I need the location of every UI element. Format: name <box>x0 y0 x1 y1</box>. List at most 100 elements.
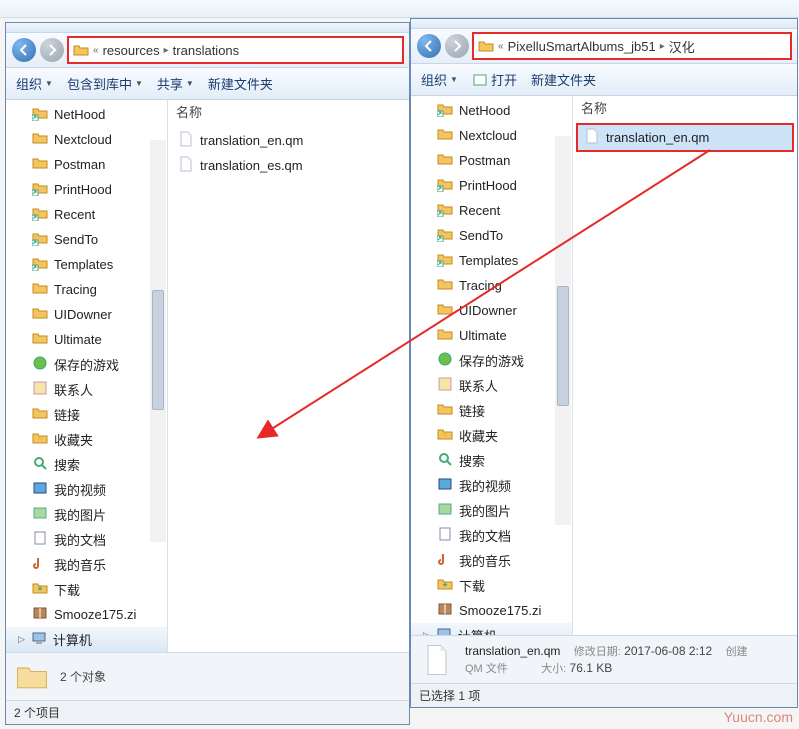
sidebar-item[interactable]: Smooze175.zi <box>6 602 167 627</box>
zip-icon <box>32 605 48 624</box>
sidebar-item[interactable]: 我的文档 <box>411 523 572 548</box>
sidebar-label: Templates <box>459 253 518 268</box>
sidebar-label: 收藏夹 <box>459 426 498 445</box>
address-bar[interactable]: « resources ▸ translations <box>68 37 403 63</box>
sidebar-computer[interactable]: ▷计算机 <box>411 623 572 635</box>
game-icon <box>437 351 453 370</box>
sidebar-label: Postman <box>54 157 105 172</box>
sidebar-item[interactable]: 我的图片 <box>6 502 167 527</box>
sidebar-item[interactable]: 搜索 <box>411 448 572 473</box>
new-folder-button[interactable]: 新建文件夹 <box>208 74 273 93</box>
share-button[interactable]: 共享▼ <box>157 74 194 93</box>
sidebar-item[interactable]: NetHood <box>6 102 167 127</box>
sidebar-item[interactable]: UIDowner <box>6 302 167 327</box>
sidebar-item[interactable]: Nextcloud <box>411 123 572 148</box>
sidebar-item[interactable]: 我的视频 <box>6 477 167 502</box>
file-row[interactable]: translation_es.qm <box>172 153 405 178</box>
sidebar-item[interactable]: Tracing <box>6 277 167 302</box>
file-type: QM 文件 <box>465 663 508 675</box>
sidebar-label: PrintHood <box>54 182 112 197</box>
address-bar[interactable]: « PixelluSmartAlbums_jb51 ▸ 汉化 <box>473 33 791 59</box>
sidebar-item[interactable]: UIDowner <box>411 298 572 323</box>
sidebar-item[interactable]: Templates <box>411 248 572 273</box>
sidebar-item[interactable]: Postman <box>411 148 572 173</box>
sidebar-label: Tracing <box>459 278 502 293</box>
column-header-name[interactable]: 名称 <box>168 100 409 126</box>
sidebar-item[interactable]: 联系人 <box>6 377 167 402</box>
sidebar-item[interactable]: 链接 <box>411 398 572 423</box>
sidebar-item[interactable]: NetHood <box>411 98 572 123</box>
sidebar-item[interactable]: 我的音乐 <box>411 548 572 573</box>
shortcut-icon <box>437 226 453 245</box>
sidebar-item[interactable]: SendTo <box>411 223 572 248</box>
scroll-thumb[interactable] <box>557 286 569 406</box>
scrollbar[interactable] <box>555 136 571 525</box>
breadcrumb-seg[interactable]: 汉化 <box>669 37 695 56</box>
file-row[interactable]: translation_en.qm <box>172 128 405 153</box>
sidebar-label: Templates <box>54 257 113 272</box>
organize-button[interactable]: 组织▼ <box>16 74 53 93</box>
new-folder-button[interactable]: 新建文件夹 <box>531 70 596 89</box>
sidebar-label: SendTo <box>459 228 503 243</box>
titlebar[interactable] <box>6 23 409 33</box>
sidebar-label: 我的音乐 <box>459 551 511 570</box>
sidebar-item[interactable]: Smooze175.zi <box>411 598 572 623</box>
include-library-button[interactable]: 包含到库中▼ <box>67 74 143 93</box>
back-button[interactable] <box>12 38 36 62</box>
sidebar[interactable]: NetHoodNextcloud Postman PrintHood RecentSe… <box>6 100 168 652</box>
sidebar-item[interactable]: 收藏夹 <box>411 423 572 448</box>
breadcrumb-seg[interactable]: translations <box>173 43 239 58</box>
sidebar-computer[interactable]: ▷计算机 <box>6 627 167 652</box>
sidebar-item[interactable]: PrintHood <box>6 177 167 202</box>
sidebar-item[interactable]: 我的图片 <box>411 498 572 523</box>
sidebar-item[interactable]: Ultimate <box>6 327 167 352</box>
sidebar-item[interactable]: 联系人 <box>411 373 572 398</box>
breadcrumb-seg[interactable]: resources <box>103 43 160 58</box>
sidebar-label: 计算机 <box>53 630 92 649</box>
sidebar-label: 联系人 <box>54 380 93 399</box>
folder-icon <box>32 155 48 174</box>
column-header-name[interactable]: 名称 <box>573 96 797 122</box>
sidebar-item[interactable]: 收藏夹 <box>6 427 167 452</box>
sidebar-item[interactable]: Tracing <box>411 273 572 298</box>
forward-button[interactable] <box>445 34 469 58</box>
file-row[interactable]: translation_en.qm <box>577 124 793 151</box>
sidebar-item[interactable]: 保存的游戏 <box>411 348 572 373</box>
sidebar-item[interactable]: 我的音乐 <box>6 552 167 577</box>
sidebar-item[interactable]: Templates <box>6 252 167 277</box>
file-name: translation_en.qm <box>200 133 303 148</box>
titlebar[interactable] <box>411 19 797 29</box>
scrollbar[interactable] <box>150 140 166 542</box>
sidebar-item[interactable]: 下载 <box>411 573 572 598</box>
open-button[interactable]: 打开 <box>472 70 517 89</box>
dl-icon <box>437 576 453 595</box>
scroll-thumb[interactable] <box>152 290 164 410</box>
sidebar-item[interactable]: Nextcloud <box>6 127 167 152</box>
sidebar-item[interactable]: Ultimate <box>411 323 572 348</box>
sidebar-item[interactable]: 下载 <box>6 577 167 602</box>
file-pane[interactable]: 名称 translation_en.qm translation_es.qm <box>168 100 409 652</box>
sidebar-item[interactable]: Recent <box>6 202 167 227</box>
fav-icon <box>437 426 453 445</box>
sidebar-label: 搜索 <box>459 451 485 470</box>
sidebar-item[interactable]: 我的文档 <box>6 527 167 552</box>
organize-button[interactable]: 组织▼ <box>421 70 458 89</box>
sidebar-item[interactable]: 搜索 <box>6 452 167 477</box>
sidebar-item[interactable]: 保存的游戏 <box>6 352 167 377</box>
breadcrumb-seg[interactable]: PixelluSmartAlbums_jb51 <box>508 39 656 54</box>
game-icon <box>32 355 48 374</box>
sidebar-item[interactable]: PrintHood <box>411 173 572 198</box>
mod-label: 修改日期: <box>574 646 621 658</box>
file-pane[interactable]: 名称 translation_en.qm <box>573 96 797 635</box>
sidebar-item[interactable]: Recent <box>411 198 572 223</box>
back-button[interactable] <box>417 34 441 58</box>
sidebar-label: 联系人 <box>459 376 498 395</box>
sidebar-item[interactable]: SendTo <box>6 227 167 252</box>
sidebar-item[interactable]: Postman <box>6 152 167 177</box>
sidebar-item[interactable]: 我的视频 <box>411 473 572 498</box>
sidebar[interactable]: NetHoodNextcloudPostmanPrintHoodRecent Se… <box>411 96 573 635</box>
forward-button[interactable] <box>40 38 64 62</box>
sidebar-item[interactable]: 链接 <box>6 402 167 427</box>
sidebar-label: 计算机 <box>458 626 497 635</box>
music-icon <box>32 555 48 574</box>
